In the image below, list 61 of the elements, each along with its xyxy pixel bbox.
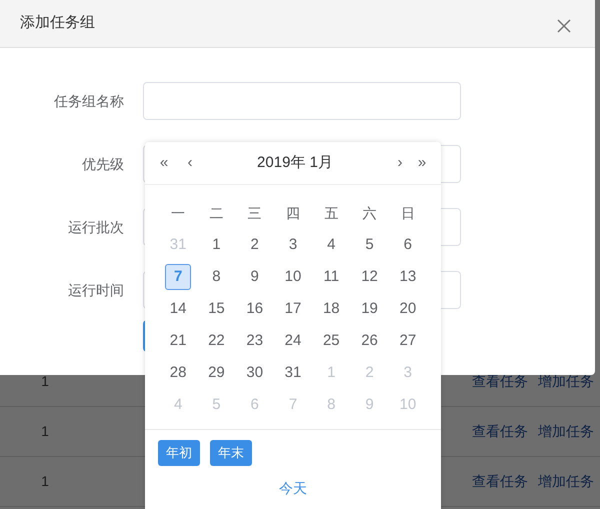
date-cell[interactable]: 16: [246, 298, 264, 320]
date-cell[interactable]: 9: [250, 266, 259, 288]
date-cell[interactable]: 6: [404, 234, 412, 256]
date-cell[interactable]: 10: [284, 266, 302, 288]
weekday-label: 三: [246, 204, 263, 222]
date-cell[interactable]: 2: [250, 234, 259, 256]
close-icon[interactable]: [557, 18, 571, 32]
date-cell[interactable]: 8: [212, 266, 221, 288]
date-cell[interactable]: 24: [284, 330, 302, 352]
shortcut-button[interactable]: 年末: [210, 440, 252, 466]
date-cell[interactable]: 21: [170, 330, 186, 352]
date-cell[interactable]: 20: [400, 298, 416, 320]
date-cell[interactable]: 5: [365, 234, 374, 256]
nav-button[interactable]: ›: [393, 152, 407, 174]
date-cell[interactable]: 28: [170, 362, 186, 384]
table-cell-text: 1: [40, 422, 50, 441]
date-cell[interactable]: 19: [361, 298, 378, 320]
date-cell[interactable]: 26: [361, 330, 378, 352]
shortcut-button[interactable]: 年初: [158, 440, 200, 466]
month-title: 2019年 1月: [256, 152, 334, 173]
weekday-label: 四: [284, 204, 301, 222]
weekday-label: 日: [400, 204, 416, 222]
date-cell[interactable]: 27: [400, 330, 416, 352]
today-link[interactable]: 今天: [279, 478, 307, 498]
date-cell[interactable]: 1: [212, 234, 221, 256]
weekday-label: 六: [362, 204, 378, 222]
table-link[interactable]: 增加任务: [538, 421, 594, 442]
table-link[interactable]: 增加任务: [538, 371, 594, 392]
nav-button[interactable]: ‹: [183, 152, 197, 174]
date-cell[interactable]: 18: [322, 298, 340, 320]
date-cell[interactable]: 4: [327, 234, 336, 256]
field-label: 运行批次: [67, 218, 124, 236]
nav-button[interactable]: »: [415, 152, 429, 174]
input-field[interactable]: [143, 82, 461, 120]
field-label: 运行时间: [67, 280, 124, 300]
table-cell-text: 1: [40, 472, 50, 491]
date-cell[interactable]: 23: [246, 330, 264, 352]
field-label: 优先级: [81, 154, 124, 174]
table-link[interactable]: 查看任务: [472, 471, 528, 492]
table-link[interactable]: 增加任务: [538, 471, 594, 492]
field-label: 任务组名称: [53, 92, 124, 110]
date-cell[interactable]: 29: [208, 362, 225, 384]
weekday-label: 五: [323, 204, 340, 222]
date-cell[interactable]: 30: [246, 362, 264, 384]
date-cell[interactable]: 11: [323, 266, 340, 288]
table-link[interactable]: 查看任务: [472, 421, 528, 442]
dialog-title: 添加任务组: [20, 13, 95, 34]
date-cell[interactable]: 14: [170, 298, 186, 320]
date-cell[interactable]: 15: [208, 298, 225, 320]
nav-button[interactable]: «: [157, 152, 171, 174]
date-cell[interactable]: 22: [208, 330, 225, 352]
weekday-label: 一: [170, 204, 186, 222]
date-cell[interactable]: 13: [400, 266, 416, 288]
table-link[interactable]: 查看任务: [472, 371, 528, 392]
date-cell[interactable]: 25: [322, 330, 340, 352]
weekday-label: 二: [208, 204, 224, 222]
date-cell[interactable]: 12: [361, 266, 378, 288]
date-cell[interactable]: 31: [284, 362, 302, 384]
date-cell[interactable]: 17: [284, 298, 302, 320]
table-cell-text: 1: [40, 372, 50, 391]
date-cell[interactable]: 3: [288, 234, 298, 256]
